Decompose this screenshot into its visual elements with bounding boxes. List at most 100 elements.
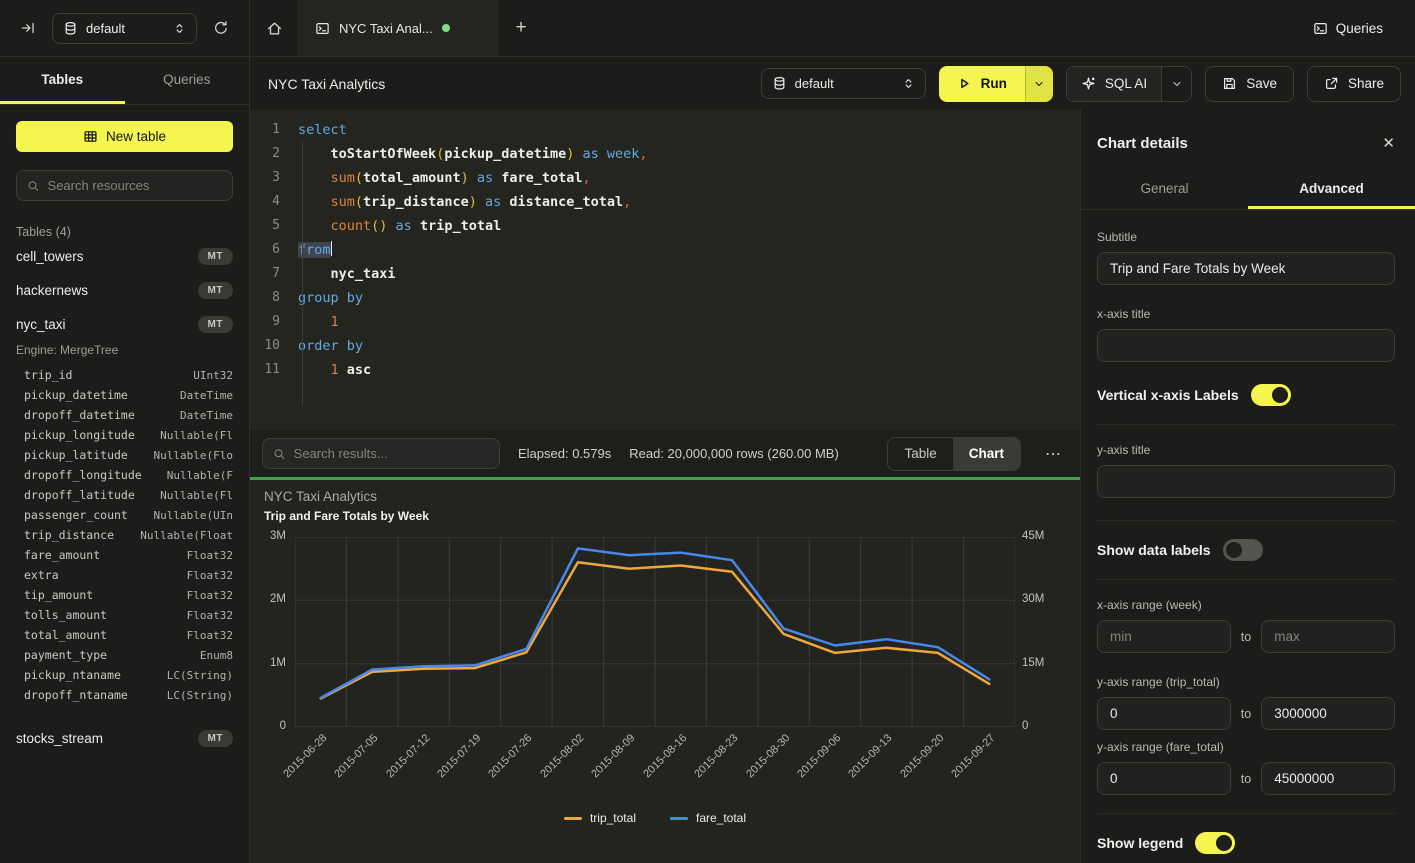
table-row[interactable]: cell_towersMT [16,240,233,273]
panel-header: Chart details ✕ [1081,110,1415,170]
line-number: 5 [250,214,280,238]
yaxis-range-trip-min-input[interactable] [1097,697,1231,730]
column-type: Nullable(Fl [160,489,233,502]
x-axis-tick: 2015-07-19 [435,732,483,780]
play-icon [957,76,972,91]
table-view-toggle[interactable]: Table [888,438,952,470]
chevron-updown-icon [173,22,186,35]
table-row[interactable]: stocks_streamMT [16,722,233,755]
run-options-button[interactable] [1025,66,1053,102]
yaxis-range-fare-max-input[interactable] [1261,762,1395,795]
sql-editor[interactable]: 1select2 toStartOfWeek(pickup_datetime) … [250,110,1080,430]
legend-item[interactable]: trip_total [564,811,636,825]
save-button[interactable]: Save [1205,66,1294,102]
show-data-labels-label: Show data labels [1097,542,1211,558]
column-type: Nullable(Fl [160,429,233,442]
elapsed-text: Elapsed: 0.579s [518,446,611,461]
legend-label: trip_total [590,811,636,825]
xaxis-title-input[interactable] [1097,329,1395,362]
query-database-selector[interactable]: default [761,68,926,99]
yaxis-title-input[interactable] [1097,465,1395,498]
refresh-button[interactable] [207,14,235,42]
engine-badge: MT [198,282,233,299]
legend-color-dash [564,817,582,820]
line-number: 1 [250,118,280,142]
show-legend-row: Show legend [1097,832,1395,854]
save-icon [1222,76,1237,91]
subtitle-input[interactable] [1097,252,1395,285]
yaxis-range-trip-max-input[interactable] [1261,697,1395,730]
more-options-button[interactable]: ⋯ [1039,440,1068,468]
column-row: payment_typeEnum8 [16,645,233,665]
query-header: NYC Taxi Analytics default Run SQL AI [250,57,1415,110]
yaxis-range-fare-row: to [1097,762,1395,795]
sql-ai-options-button[interactable] [1161,67,1191,101]
chart-legend: trip_total fare_total [295,811,1015,825]
collapse-sidebar-button[interactable] [14,14,42,42]
to-label: to [1241,772,1251,786]
table-row[interactable]: nyc_taxiMT [16,308,233,341]
line-number: 10 [250,334,280,358]
plus-icon: + [515,17,526,39]
code-line: 9 1 [250,310,1080,334]
run-button[interactable]: Run [939,66,1025,102]
divider [1097,579,1395,580]
column-type: Nullable(UIn [154,509,233,522]
home-icon [266,20,283,37]
share-button[interactable]: Share [1307,66,1401,102]
search-results-input[interactable] [294,446,489,461]
panel-tab-advanced[interactable]: Advanced [1248,170,1415,209]
sql-ai-button[interactable]: SQL AI [1067,67,1161,101]
column-row: passenger_countNullable(UIn [16,505,233,525]
engine-label: Engine: MergeTree [16,343,233,357]
show-legend-toggle[interactable] [1195,832,1235,854]
yaxis-range-fare-min-input[interactable] [1097,762,1231,795]
tab-title: NYC Taxi Anal... [339,21,433,36]
sidebar-search [16,170,233,201]
code-line: 5 count() as trip_total [250,214,1080,238]
yaxis-range-trip-label: y-axis range (trip_total) [1097,675,1395,689]
vertical-xaxis-labels-row: Vertical x-axis Labels [1097,384,1395,406]
chart-subtitle: Trip and Fare Totals by Week [264,509,429,523]
panel-tab-general[interactable]: General [1081,170,1248,209]
column-row: trip_distanceNullable(Float [16,525,233,545]
queries-button-label: Queries [1336,21,1383,36]
xaxis-range-row: to [1097,620,1395,653]
y-axis-tick-right: 15M [1022,657,1058,669]
table-row[interactable]: hackernewsMT [16,274,233,307]
database-selector[interactable]: default [52,13,197,44]
legend-item[interactable]: fare_total [670,811,746,825]
toggle-knob [1216,835,1232,851]
line-number: 9 [250,310,280,334]
column-type: DateTime [180,409,233,422]
show-data-labels-toggle[interactable] [1223,539,1263,561]
column-type: Float32 [187,549,233,562]
column-name: trip_id [24,368,72,382]
yaxis-title-label: y-axis title [1097,443,1395,457]
column-name: dropoff_ntaname [24,688,128,702]
new-tab-button[interactable]: + [498,0,544,56]
tab-nyc-taxi-analytics[interactable]: NYC Taxi Anal... [298,0,498,56]
close-panel-button[interactable]: ✕ [1382,134,1395,152]
xaxis-range-label: x-axis range (week) [1097,598,1395,612]
xaxis-range-max-input[interactable] [1261,620,1395,653]
line-number: 6 [250,238,280,262]
sidebar-tab-queries[interactable]: Queries [125,57,250,104]
queries-button[interactable]: Queries [1303,13,1393,44]
column-row: total_amountFloat32 [16,625,233,645]
sidebar-tab-tables[interactable]: Tables [0,57,125,104]
new-table-button[interactable]: New table [16,121,233,152]
xaxis-range-min-input[interactable] [1097,620,1231,653]
refresh-icon [213,20,229,36]
x-axis-tick: 2015-08-02 [538,732,586,780]
save-button-label: Save [1246,76,1277,91]
column-name: extra [24,568,59,582]
chart-view-toggle[interactable]: Chart [953,438,1020,470]
vertical-xaxis-labels-toggle[interactable] [1251,384,1291,406]
top-bar: default NYC Taxi Anal... + [0,0,1415,57]
home-button[interactable] [250,0,298,56]
search-resources-input[interactable] [48,178,222,193]
view-toggle: Table Chart [887,437,1021,471]
y-axis-tick-right: 30M [1022,593,1058,605]
column-name: tip_amount [24,588,93,602]
